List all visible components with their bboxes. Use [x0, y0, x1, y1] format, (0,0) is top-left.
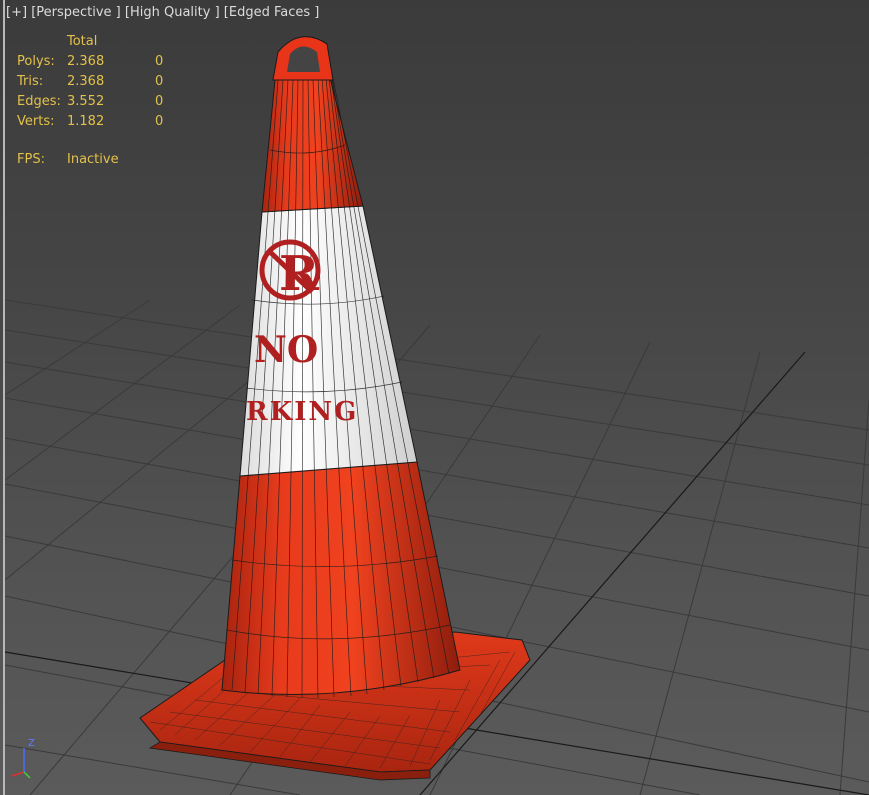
statistics-overlay: Total Polys: 2.368 0 Tris: 2.368 0 Edges… — [17, 32, 187, 132]
cone-top-handle — [272, 36, 334, 81]
stats-row-polys: Polys: 2.368 0 — [17, 52, 187, 72]
cone-upper-band — [261, 77, 364, 213]
stats-selected: 0 — [155, 114, 164, 129]
viewport-shading-menu[interactable]: [High Quality ] — [125, 5, 220, 20]
viewport-label-bar: [+] [Perspective ] [High Quality ] [Edge… — [6, 4, 319, 22]
stats-total-header: Total — [67, 34, 98, 49]
viewport-display-menu[interactable]: [Edged Faces ] — [224, 5, 320, 20]
stats-row-edges: Edges: 3.552 0 — [17, 92, 187, 112]
stats-header-row: Total — [17, 32, 187, 52]
fps-value: Inactive — [67, 152, 119, 167]
axis-z-label: Z — [28, 738, 35, 749]
stats-total: 1.182 — [67, 114, 105, 129]
stats-selected: 0 — [155, 74, 164, 89]
fps-readout: FPS: Inactive — [17, 152, 119, 167]
stats-total: 2.368 — [67, 54, 105, 69]
viewport-pov-menu[interactable]: [Perspective ] — [31, 5, 121, 20]
viewport-left-border — [3, 0, 5, 795]
stats-total: 2.368 — [67, 74, 105, 89]
stats-label: Tris: — [17, 74, 44, 89]
stats-total: 3.552 — [67, 94, 105, 109]
stats-label: Polys: — [17, 54, 55, 69]
stats-selected: 0 — [155, 94, 164, 109]
stats-row-tris: Tris: 2.368 0 — [17, 72, 187, 92]
fps-label: FPS: — [17, 152, 45, 167]
perspective-viewport[interactable]: R NO RKING [+] [Perspective ] [High Qual… — [0, 0, 869, 795]
stats-selected: 0 — [155, 54, 164, 69]
stats-label: Verts: — [17, 114, 55, 129]
stats-label: Edges: — [17, 94, 61, 109]
stats-row-verts: Verts: 1.182 0 — [17, 112, 187, 132]
parking-p-glyph: R — [279, 246, 320, 302]
cone-lower-band — [221, 461, 461, 695]
viewport-menu-button[interactable]: [+] — [6, 5, 27, 20]
cone-text-bottom: RKING — [246, 397, 358, 427]
cone-text-top: NO — [254, 329, 318, 371]
